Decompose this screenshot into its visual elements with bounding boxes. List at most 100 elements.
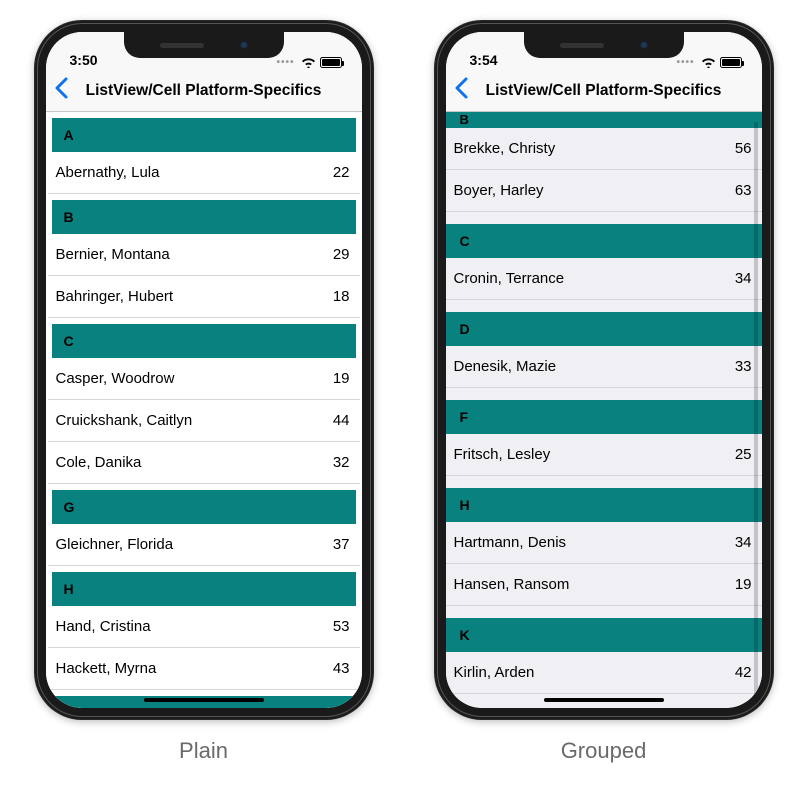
list-item-name: Hansen, Ransom: [454, 576, 570, 593]
list-item-value: 19: [735, 576, 752, 593]
list-section: B Bernier, Montana 29 Bahringer, Hubert 18: [46, 200, 362, 318]
list-item-value: 25: [735, 446, 752, 463]
section-header: B: [446, 112, 762, 128]
notch: [524, 32, 684, 58]
list-item[interactable]: Fritsch, Lesley 25: [446, 434, 762, 476]
list-item-name: Hartmann, Denis: [454, 534, 567, 551]
page-title: ListView/Cell Platform-Specifics: [446, 82, 762, 100]
list-item-value: 29: [333, 246, 350, 263]
list-item-name: Brekke, Christy: [454, 140, 556, 157]
section-header: K: [446, 618, 762, 652]
back-button[interactable]: [454, 77, 468, 104]
list-item-value: 22: [333, 164, 350, 181]
list-section: B Brekke, Christy 56 Boyer, Harley 63: [446, 112, 762, 212]
list-item[interactable]: Boyer, Harley 63: [446, 170, 762, 212]
list-item-name: Casper, Woodrow: [56, 370, 175, 387]
list-item[interactable]: Kirlin, Arden 42: [446, 652, 762, 694]
screen-plain: 3:50 •••• ListView/Cell Platform-Specifi…: [46, 32, 362, 708]
list-item-value: 37: [333, 536, 350, 553]
section-header: C: [446, 224, 762, 258]
list-item[interactable]: Cruickshank, Caitlyn 44: [48, 400, 360, 442]
page-title: ListView/Cell Platform-Specifics: [46, 82, 362, 100]
list-item[interactable]: Cronin, Terrance 34: [446, 258, 762, 300]
list-section: G Gleichner, Florida 37: [46, 490, 362, 566]
section-header: B: [52, 200, 356, 234]
phone-frame-plain: 3:50 •••• ListView/Cell Platform-Specifi…: [34, 20, 374, 720]
list-section: K Kirlin, Arden 42: [446, 618, 762, 694]
list-item-name: Cruickshank, Caitlyn: [56, 412, 193, 429]
list-item-value: 19: [333, 370, 350, 387]
caption-plain: Plain: [179, 738, 228, 764]
battery-icon: [320, 57, 342, 68]
list-item[interactable]: Bahringer, Hubert 18: [48, 276, 360, 318]
list-item-name: Kirlin, Arden: [454, 664, 535, 681]
list-item-name: Hackett, Myrna: [56, 660, 157, 677]
back-button[interactable]: [54, 77, 68, 104]
list-item-value: 34: [735, 270, 752, 287]
list-item-value: 18: [333, 288, 350, 305]
list-item[interactable]: Abernathy, Lula 22: [48, 152, 360, 194]
listview-plain[interactable]: A Abernathy, Lula 22 B Bernier, Montana 29 Bah…: [46, 112, 362, 708]
list-item[interactable]: Casper, Woodrow 19: [48, 358, 360, 400]
scroll-indicator[interactable]: [754, 122, 758, 698]
section-header: A: [52, 118, 356, 152]
list-section: C Casper, Woodrow 19 Cruickshank, Caitlyn 44…: [46, 324, 362, 484]
list-item[interactable]: Bernier, Montana 29: [48, 234, 360, 276]
list-item-name: Bahringer, Hubert: [56, 288, 174, 305]
list-section: H Hand, Cristina 53 Hackett, Myrna 43: [46, 572, 362, 690]
status-icons: ••••: [276, 57, 341, 68]
list-section: C Cronin, Terrance 34: [446, 224, 762, 300]
list-item-name: Hand, Cristina: [56, 618, 151, 635]
battery-icon: [720, 57, 742, 68]
section-header: F: [446, 400, 762, 434]
section-header: G: [52, 490, 356, 524]
screen-grouped: 3:54 •••• ListView/Cell Platform-Specifi…: [446, 32, 762, 708]
list-item-name: Gleichner, Florida: [56, 536, 174, 553]
phone-frame-grouped: 3:54 •••• ListView/Cell Platform-Specifi…: [434, 20, 774, 720]
list-item[interactable]: Denesik, Mazie33: [446, 346, 762, 388]
list-item-value: 42: [735, 664, 752, 681]
list-item[interactable]: Hand, Cristina 53: [48, 606, 360, 648]
home-indicator[interactable]: [144, 698, 264, 702]
list-item-value: 43: [333, 660, 350, 677]
section-header: D: [446, 312, 762, 346]
list-item-value: 34: [735, 534, 752, 551]
list-item-name: Abernathy, Lula: [56, 164, 160, 181]
list-section: F Fritsch, Lesley 25: [446, 400, 762, 476]
list-item-value: 63: [735, 182, 752, 199]
list-item-value: 53: [333, 618, 350, 635]
wifi-icon: [701, 57, 716, 68]
phone-grouped-wrap: 3:54 •••• ListView/Cell Platform-Specifi…: [434, 20, 774, 764]
nav-bar: ListView/Cell Platform-Specifics: [46, 70, 362, 112]
list-item[interactable]: Hackett, Myrna 43: [48, 648, 360, 690]
list-item-value: 44: [333, 412, 350, 429]
phone-plain-wrap: 3:50 •••• ListView/Cell Platform-Specifi…: [34, 20, 374, 764]
listview-grouped[interactable]: BBrekke, Christy56Boyer, Harley63CCronin…: [446, 112, 762, 708]
list-item[interactable]: Gleichner, Florida 37: [48, 524, 360, 566]
list-item-name: Fritsch, Lesley: [454, 446, 551, 463]
list-section: A Abernathy, Lula 22: [46, 118, 362, 194]
home-indicator[interactable]: [544, 698, 664, 702]
list-item-value: 32: [333, 454, 350, 471]
caption-grouped: Grouped: [561, 738, 647, 764]
list-item[interactable]: Brekke, Christy 56: [446, 128, 762, 170]
list-item[interactable]: Cole, Danika 32: [48, 442, 360, 484]
list-section: DDenesik, Mazie33: [446, 312, 762, 388]
list-item-name: Boyer, Harley: [454, 182, 544, 199]
list-item-name: Bernier, Montana: [56, 246, 170, 263]
status-time: 3:54: [470, 52, 498, 68]
status-time: 3:50: [70, 52, 98, 68]
cellular-icon: ••••: [276, 57, 294, 68]
list-item-name: Cronin, Terrance: [454, 270, 565, 287]
list-item-name: Denesik, Mazie: [454, 358, 557, 375]
nav-bar: ListView/Cell Platform-Specifics: [446, 70, 762, 112]
notch: [124, 32, 284, 58]
list-item-value: 56: [735, 140, 752, 157]
list-item[interactable]: Hartmann, Denis 34: [446, 522, 762, 564]
section-header: C: [52, 324, 356, 358]
wifi-icon: [301, 57, 316, 68]
list-item[interactable]: Hansen, Ransom 19: [446, 564, 762, 606]
list-item-name: Cole, Danika: [56, 454, 142, 471]
section-header: H: [446, 488, 762, 522]
section-header: H: [52, 572, 356, 606]
